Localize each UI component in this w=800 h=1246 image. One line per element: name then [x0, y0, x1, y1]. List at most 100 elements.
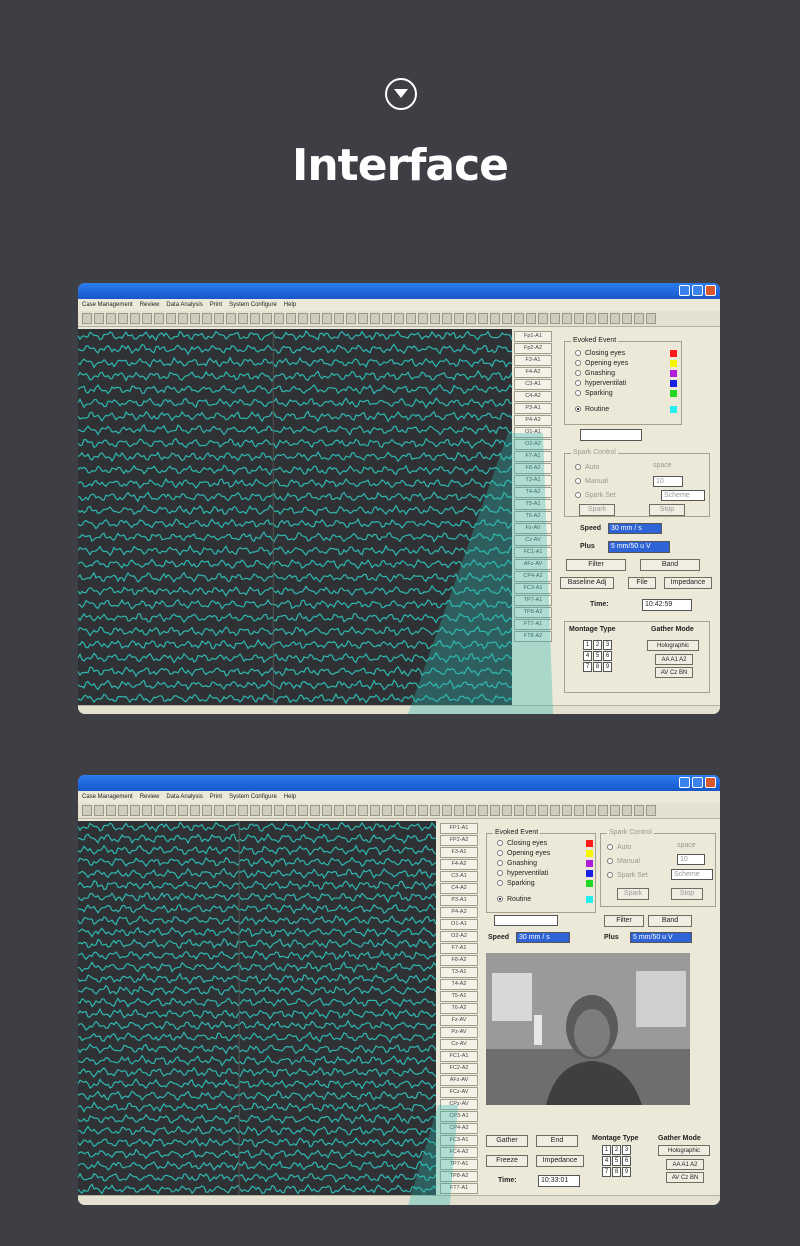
- spark-set-radio[interactable]: [607, 872, 613, 878]
- toolbar-button[interactable]: [166, 313, 176, 324]
- spark-button[interactable]: Spark: [617, 888, 649, 900]
- spark-button[interactable]: Spark: [579, 504, 615, 516]
- gather-row1[interactable]: AA A1 A2: [655, 654, 693, 665]
- toolbar-button[interactable]: [262, 313, 272, 324]
- menu-print[interactable]: Print: [210, 302, 222, 308]
- montage-cell[interactable]: 2: [593, 640, 602, 650]
- toolbar-button[interactable]: [310, 313, 320, 324]
- toolbar-button[interactable]: [226, 805, 236, 816]
- auto-radio[interactable]: [575, 464, 581, 470]
- plus-select[interactable]: 5 mm/50 u V: [608, 541, 670, 553]
- montage-cell[interactable]: 2: [612, 1145, 621, 1155]
- toolbar-button[interactable]: [466, 313, 476, 324]
- evoked-radio[interactable]: [497, 880, 503, 886]
- toolbar-button[interactable]: [562, 805, 572, 816]
- evoked-radio[interactable]: [497, 840, 503, 846]
- toolbar-button[interactable]: [418, 805, 428, 816]
- toolbar-button[interactable]: [358, 805, 368, 816]
- menu-case-management[interactable]: Case Management: [82, 794, 133, 800]
- freeze-button[interactable]: Freeze: [486, 1155, 528, 1167]
- toolbar-button[interactable]: [382, 805, 392, 816]
- toolbar-button[interactable]: [130, 313, 140, 324]
- toolbar-button[interactable]: [514, 313, 524, 324]
- toolbar-button[interactable]: [442, 805, 452, 816]
- toolbar-button[interactable]: [514, 805, 524, 816]
- maximize-button[interactable]: [692, 285, 703, 296]
- band-button[interactable]: Band: [648, 915, 692, 927]
- toolbar-button[interactable]: [322, 805, 332, 816]
- toolbar-button[interactable]: [214, 805, 224, 816]
- toolbar-button[interactable]: [430, 805, 440, 816]
- scheme-select[interactable]: Scheme: [671, 869, 713, 880]
- holographic-button[interactable]: Holographic: [647, 640, 699, 651]
- montage-cell[interactable]: 9: [622, 1167, 631, 1177]
- toolbar-button[interactable]: [394, 805, 404, 816]
- gather-row2[interactable]: AV Cz BN: [666, 1172, 704, 1183]
- toolbar-button[interactable]: [550, 805, 560, 816]
- toolbar-button[interactable]: [286, 313, 296, 324]
- speed-select[interactable]: 30 mm / s: [516, 932, 570, 943]
- toolbar-button[interactable]: [250, 313, 260, 324]
- toolbar-button[interactable]: [646, 313, 656, 324]
- toolbar-button[interactable]: [82, 313, 92, 324]
- toolbar-button[interactable]: [178, 805, 188, 816]
- toolbar-button[interactable]: [298, 805, 308, 816]
- montage-cell[interactable]: 3: [603, 640, 612, 650]
- toolbar-button[interactable]: [634, 313, 644, 324]
- toolbar-button[interactable]: [370, 313, 380, 324]
- toolbar-button[interactable]: [622, 313, 632, 324]
- evoked-radio[interactable]: [575, 406, 581, 412]
- montage-cell[interactable]: 6: [603, 651, 612, 661]
- toolbar-button[interactable]: [478, 313, 488, 324]
- minimize-button[interactable]: [679, 777, 690, 788]
- evoked-radio[interactable]: [497, 896, 503, 902]
- baseline-adj-button[interactable]: Baseline Adj: [560, 577, 614, 589]
- close-button[interactable]: [705, 777, 716, 788]
- toolbar-button[interactable]: [430, 313, 440, 324]
- toolbar-button[interactable]: [394, 313, 404, 324]
- toolbar-button[interactable]: [646, 805, 656, 816]
- toolbar-button[interactable]: [526, 313, 536, 324]
- montage-cell[interactable]: 7: [583, 662, 592, 672]
- evoked-radio[interactable]: [497, 870, 503, 876]
- toolbar-button[interactable]: [154, 805, 164, 816]
- toolbar-button[interactable]: [406, 805, 416, 816]
- evoked-radio[interactable]: [575, 390, 581, 396]
- evoked-radio[interactable]: [575, 370, 581, 376]
- toolbar-button[interactable]: [142, 313, 152, 324]
- toolbar-button[interactable]: [538, 313, 548, 324]
- toolbar-button[interactable]: [538, 805, 548, 816]
- toolbar-button[interactable]: [346, 805, 356, 816]
- toolbar-button[interactable]: [286, 805, 296, 816]
- menu-help[interactable]: Help: [284, 302, 296, 308]
- montage-cell[interactable]: 6: [622, 1156, 631, 1166]
- toolbar-button[interactable]: [610, 313, 620, 324]
- toolbar-button[interactable]: [94, 805, 104, 816]
- montage-cell[interactable]: 1: [602, 1145, 611, 1155]
- toolbar-button[interactable]: [586, 805, 596, 816]
- toolbar-button[interactable]: [190, 805, 200, 816]
- toolbar-button[interactable]: [190, 313, 200, 324]
- toolbar-button[interactable]: [382, 313, 392, 324]
- toolbar-button[interactable]: [322, 313, 332, 324]
- montage-cell[interactable]: 4: [583, 651, 592, 661]
- toolbar-button[interactable]: [298, 313, 308, 324]
- toolbar-button[interactable]: [574, 313, 584, 324]
- toolbar-button[interactable]: [226, 313, 236, 324]
- menu-case-management[interactable]: Case Management: [82, 302, 133, 308]
- impedance-button[interactable]: Impedance: [536, 1155, 584, 1167]
- toolbar-button[interactable]: [262, 805, 272, 816]
- menu-review[interactable]: Review: [140, 302, 160, 308]
- montage-cell[interactable]: 8: [612, 1167, 621, 1177]
- event-select[interactable]: [580, 429, 642, 441]
- evoked-radio[interactable]: [497, 860, 503, 866]
- montage-cell[interactable]: 5: [593, 651, 602, 661]
- file-button[interactable]: File: [628, 577, 656, 589]
- toolbar-button[interactable]: [502, 313, 512, 324]
- holographic-button[interactable]: Holographic: [658, 1145, 710, 1156]
- manual-radio[interactable]: [575, 478, 581, 484]
- toolbar-button[interactable]: [598, 313, 608, 324]
- montage-cell[interactable]: 3: [622, 1145, 631, 1155]
- toolbar-button[interactable]: [202, 313, 212, 324]
- toolbar-button[interactable]: [370, 805, 380, 816]
